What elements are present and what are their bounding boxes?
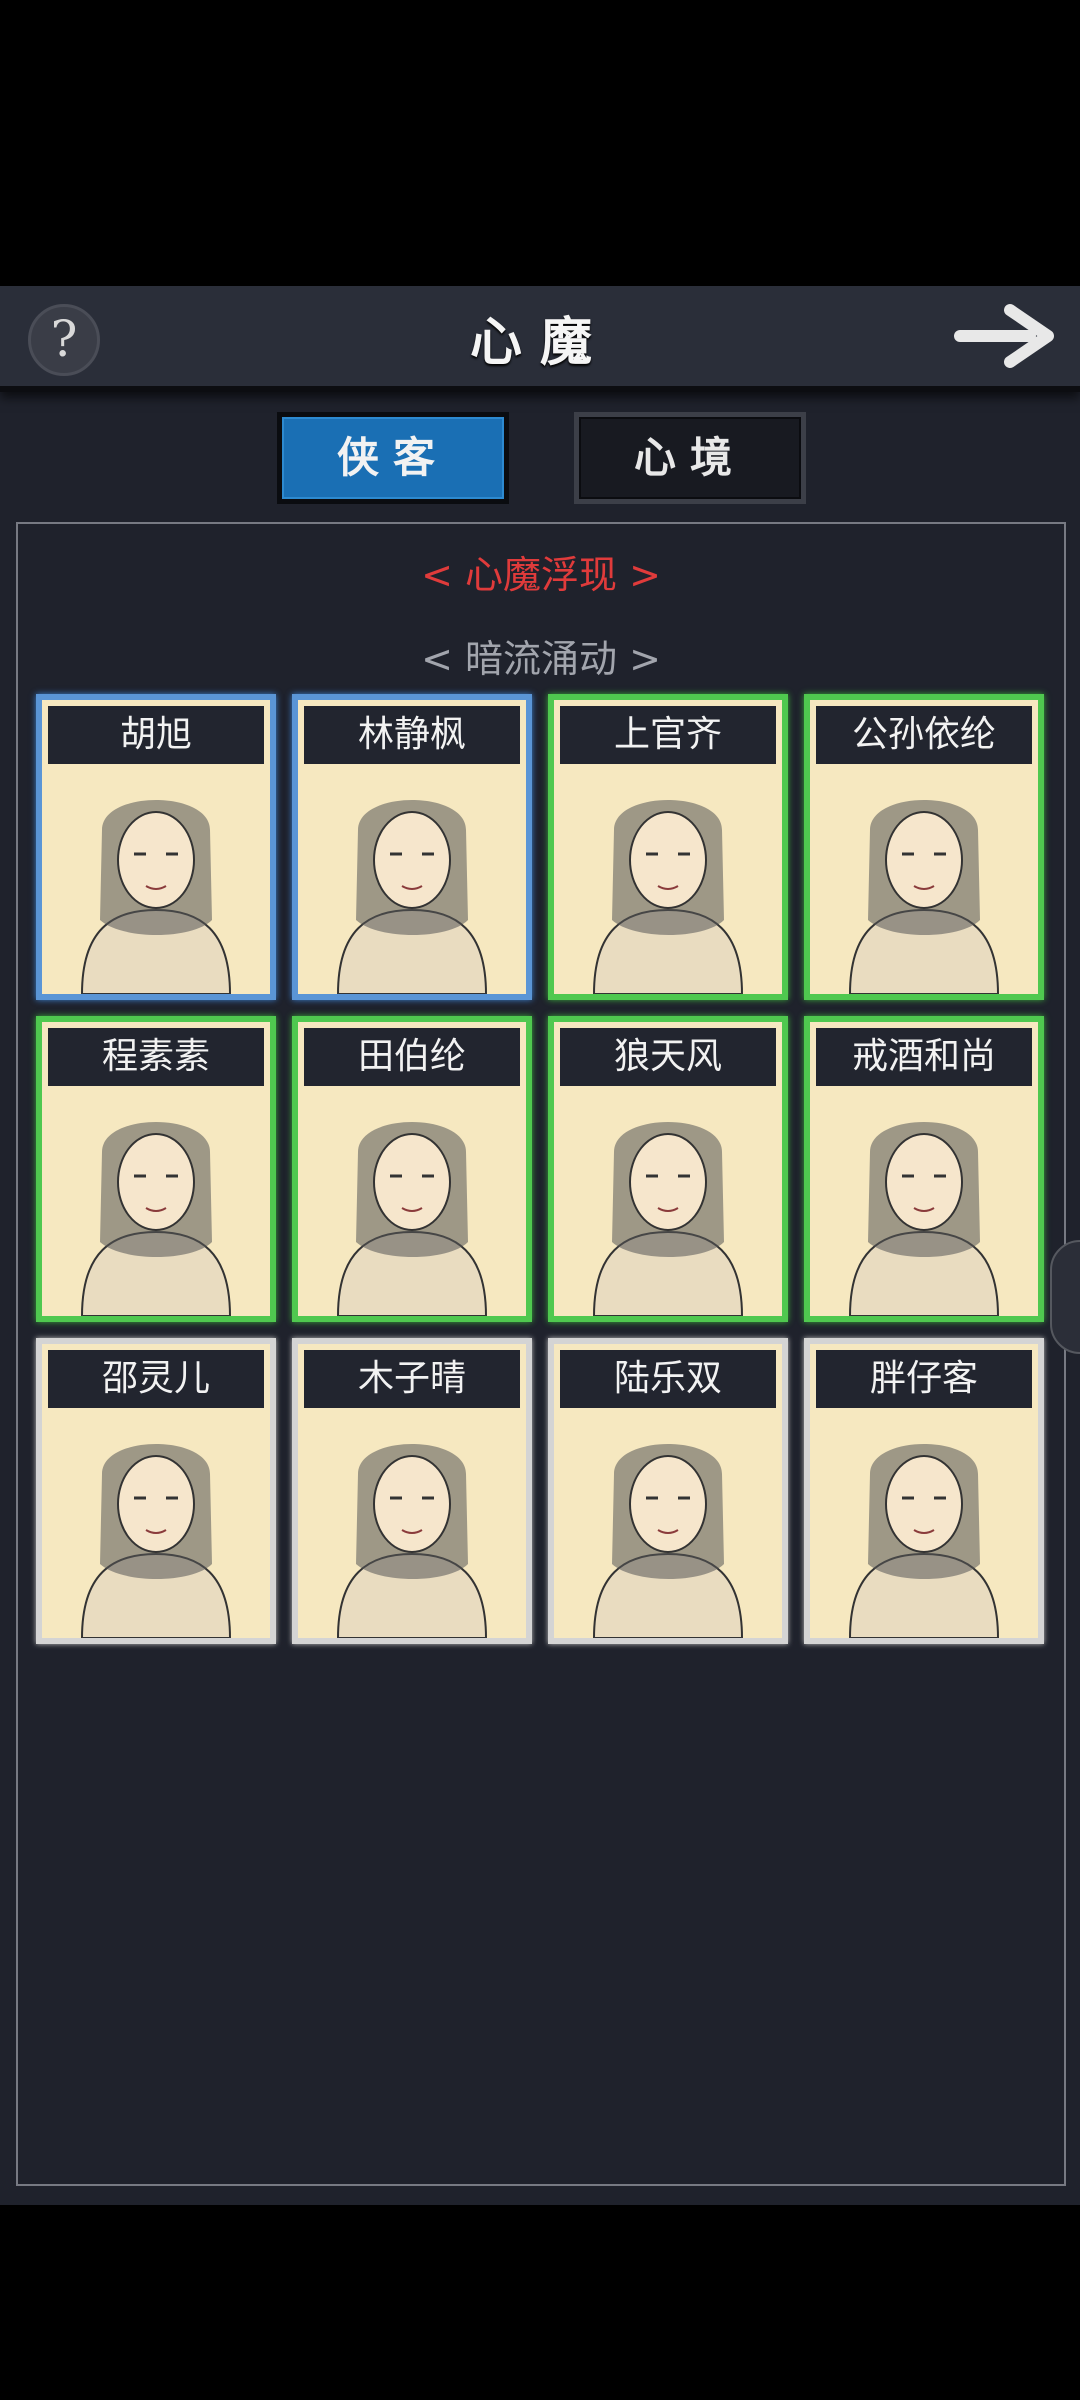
- character-card[interactable]: 田伯纶: [292, 1016, 532, 1322]
- section-heading-undercurrent: < 暗流涌动 >: [421, 637, 661, 681]
- character-card[interactable]: 胖仔客: [804, 1338, 1044, 1644]
- character-card[interactable]: 陆乐双: [548, 1338, 788, 1644]
- character-name: 戒酒和尚: [816, 1028, 1032, 1086]
- character-portrait: [848, 800, 1000, 994]
- tab-xiake[interactable]: 侠客: [277, 412, 509, 504]
- character-name: 公孙依纶: [816, 706, 1032, 764]
- character-name: 木子晴: [304, 1350, 520, 1408]
- header-bar: ? 心魔: [0, 286, 1080, 392]
- character-card[interactable]: 林静枫: [292, 694, 532, 1000]
- character-card[interactable]: 邵灵儿: [36, 1338, 276, 1644]
- character-name: 胡旭: [48, 706, 264, 764]
- character-portrait: [592, 800, 744, 994]
- gear-icon[interactable]: [1050, 1240, 1080, 1354]
- character-portrait: [592, 1444, 744, 1638]
- character-name: 邵灵儿: [48, 1350, 264, 1408]
- character-portrait: [848, 1122, 1000, 1316]
- character-name: 狼天风: [560, 1028, 776, 1086]
- character-portrait: [80, 1122, 232, 1316]
- character-portrait: [336, 800, 488, 994]
- character-card[interactable]: 公孙依纶: [804, 694, 1044, 1000]
- character-card[interactable]: 上官齐: [548, 694, 788, 1000]
- character-portrait: [80, 1444, 232, 1638]
- tab-xinjing[interactable]: 心境: [574, 412, 806, 504]
- character-name: 程素素: [48, 1028, 264, 1086]
- page-title: 心魔: [469, 312, 610, 373]
- nav-area: [0, 2205, 1080, 2400]
- character-card[interactable]: 狼天风: [548, 1016, 788, 1322]
- status-area: [0, 0, 1080, 286]
- character-portrait: [336, 1444, 488, 1638]
- character-card[interactable]: 木子晴: [292, 1338, 532, 1644]
- arrow-right-icon[interactable]: [952, 302, 1062, 370]
- character-name: 田伯纶: [304, 1028, 520, 1086]
- character-name: 林静枫: [304, 706, 520, 764]
- character-card[interactable]: 程素素: [36, 1016, 276, 1322]
- character-panel: < 心魔浮现 > < 暗流涌动 > 胡旭 林静枫 上官齐 公孙依纶程素素 田伯纶 狼天风戒…: [16, 522, 1066, 2186]
- tab-bar: 侠客 心境: [0, 412, 1080, 504]
- character-portrait: [592, 1122, 744, 1316]
- character-name: 陆乐双: [560, 1350, 776, 1408]
- character-name: 上官齐: [560, 706, 776, 764]
- character-portrait: [848, 1444, 1000, 1638]
- character-card[interactable]: 戒酒和尚: [804, 1016, 1044, 1322]
- character-name: 胖仔客: [816, 1350, 1032, 1408]
- character-portrait: [336, 1122, 488, 1316]
- character-portrait: [80, 800, 232, 994]
- section-heading-emerged: < 心魔浮现 >: [421, 553, 661, 597]
- character-card[interactable]: 胡旭: [36, 694, 276, 1000]
